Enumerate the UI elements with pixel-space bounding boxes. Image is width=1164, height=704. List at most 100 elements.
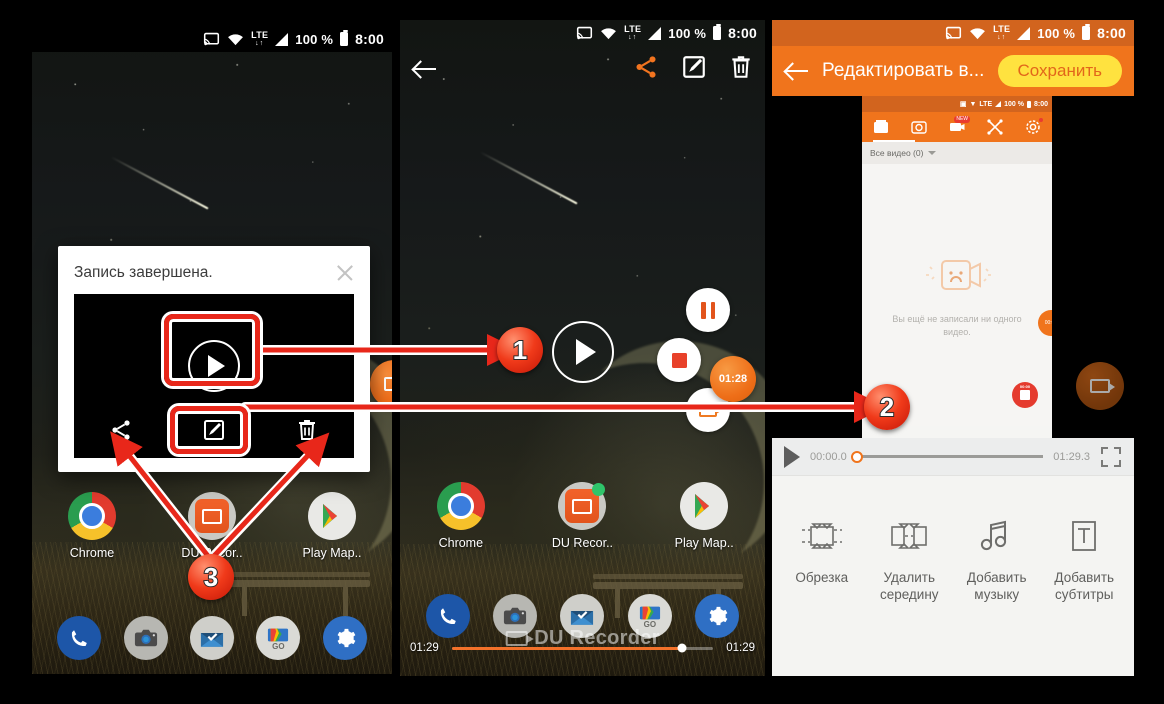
recording-timer-fab[interactable]: 00:00 bbox=[1038, 310, 1052, 336]
stop-button[interactable] bbox=[657, 338, 701, 382]
video-filter-dropdown[interactable]: Все видео (0) bbox=[862, 142, 1052, 164]
cast-icon: ▣ bbox=[959, 101, 967, 108]
app-label: Chrome bbox=[69, 546, 115, 560]
toolbar-actions bbox=[633, 54, 753, 85]
seek-track[interactable] bbox=[850, 450, 1044, 463]
signal-icon bbox=[995, 101, 1002, 107]
lte-arrows: ↓↑ bbox=[997, 34, 1007, 41]
phone-panel-2: LTE ↓↑ 100 % 8:00 01:28 Chrome DU Recor.… bbox=[400, 20, 765, 676]
battery-icon bbox=[713, 23, 722, 40]
status-bar-1: LTE ↓↑ 100 % 8:00 bbox=[32, 26, 392, 52]
cast-icon bbox=[203, 32, 220, 47]
lte-label: LTE bbox=[251, 30, 269, 40]
video-scrubber[interactable]: 01:29 01:29 bbox=[400, 642, 765, 654]
tool-add-music[interactable]: Добавить музыку bbox=[955, 516, 1039, 604]
clock-label: 8:00 bbox=[728, 25, 757, 41]
trim-icon bbox=[801, 523, 842, 549]
pause-button[interactable] bbox=[686, 288, 730, 332]
back-arrow-icon[interactable] bbox=[784, 58, 810, 84]
seek-knob[interactable] bbox=[850, 450, 863, 463]
close-icon[interactable] bbox=[334, 262, 356, 284]
scrubber-track[interactable] bbox=[452, 643, 713, 653]
lte-label: LTE bbox=[993, 24, 1011, 34]
empty-state-text: Вы ещё не записали ни одного видео. bbox=[892, 313, 1022, 338]
wifi-icon bbox=[600, 27, 617, 40]
current-time-label: 01:29 bbox=[410, 642, 439, 654]
play-icon[interactable] bbox=[784, 445, 800, 468]
lte-icon: LTE ↓↑ bbox=[624, 24, 642, 42]
files-go-icon[interactable]: GO bbox=[256, 616, 301, 660]
app-label: Play Map.. bbox=[302, 546, 362, 560]
dialog-title: Запись завершена. bbox=[74, 264, 213, 281]
clock-label: 8:00 bbox=[1097, 25, 1126, 41]
wifi-icon: ▼ bbox=[969, 100, 977, 108]
settings-tab[interactable] bbox=[1025, 118, 1043, 135]
settings-gear-icon[interactable] bbox=[695, 594, 740, 638]
tool-add-subtitles[interactable]: Добавить субтитры bbox=[1042, 516, 1126, 604]
badge-number: 2 bbox=[879, 391, 896, 423]
editor-appbar: Редактировать в... Сохранить bbox=[772, 46, 1134, 96]
annotation-badge-3: 3 bbox=[188, 554, 234, 600]
delete-button[interactable] bbox=[261, 412, 354, 452]
tool-trim[interactable]: Обрезка bbox=[780, 516, 864, 587]
share-button[interactable] bbox=[74, 412, 167, 452]
edit-icon[interactable] bbox=[681, 54, 707, 85]
gif-tab[interactable]: NEW bbox=[949, 116, 970, 135]
app-chrome[interactable]: Chrome bbox=[46, 492, 138, 560]
play-store-icon bbox=[680, 482, 729, 530]
phone-icon[interactable] bbox=[425, 594, 470, 638]
lte-label: LTE bbox=[624, 24, 642, 34]
tool-label: Добавить музыку bbox=[966, 570, 1027, 602]
app-du-recorder[interactable]: DU Recor.. bbox=[166, 492, 258, 560]
floating-recorder-bubble-3[interactable] bbox=[1076, 362, 1124, 410]
battery-icon bbox=[1082, 23, 1091, 40]
du-recorder-icon bbox=[558, 482, 607, 530]
tools-tab[interactable] bbox=[987, 119, 1003, 135]
save-button[interactable]: Сохранить bbox=[997, 55, 1122, 87]
settings-gear-icon[interactable] bbox=[322, 616, 367, 660]
recording-timer-bubble[interactable]: 01:28 bbox=[710, 356, 756, 402]
scrubber-fill bbox=[452, 646, 682, 650]
active-tab-underline bbox=[873, 139, 916, 142]
lte-arrows: ↓↑ bbox=[255, 40, 265, 47]
chevron-down-icon bbox=[928, 151, 937, 155]
total-time-label: 01:29.3 bbox=[1053, 450, 1090, 463]
back-arrow-icon[interactable] bbox=[412, 56, 438, 82]
app-play-maps[interactable]: Play Map.. bbox=[286, 492, 378, 560]
lte-arrows: ↓↑ bbox=[628, 34, 638, 41]
end-time-label: 01:29 bbox=[726, 642, 755, 654]
app-label: Chrome bbox=[438, 536, 484, 550]
lte-icon: LTE bbox=[979, 100, 993, 108]
screenshots-tab[interactable] bbox=[911, 119, 927, 135]
dock-1: GO bbox=[32, 616, 392, 660]
status-bar-3: LTE ↓↑ 100 % 8:00 bbox=[772, 20, 1134, 46]
battery-percent: 100 % bbox=[295, 31, 334, 47]
signal-icon bbox=[275, 32, 289, 46]
files-go-label: GO bbox=[272, 641, 285, 651]
share-icon[interactable] bbox=[633, 54, 659, 85]
videos-tab[interactable] bbox=[873, 119, 889, 135]
chrome-icon bbox=[436, 482, 485, 530]
scrubber-knob[interactable] bbox=[677, 643, 687, 653]
du-recorder-icon bbox=[188, 492, 236, 540]
camera-switch-icon bbox=[384, 377, 392, 391]
phone-panel-3: LTE ↓↑ 100 % 8:00 Редактировать в... Сох… bbox=[772, 20, 1134, 676]
email-icon[interactable] bbox=[189, 616, 234, 660]
badge-number: 1 bbox=[512, 334, 529, 366]
camera-icon[interactable] bbox=[123, 616, 168, 660]
bench-decoration bbox=[220, 572, 371, 616]
play-icon[interactable] bbox=[551, 321, 614, 383]
stop-recording-button[interactable]: 00:00 bbox=[1012, 382, 1038, 408]
editor-seekbar: 00:00.0 01:29.3 bbox=[772, 438, 1134, 476]
clock-label: 8:00 bbox=[1033, 100, 1048, 108]
signal-icon bbox=[648, 26, 662, 40]
fullscreen-icon[interactable] bbox=[1100, 446, 1122, 468]
phone-icon[interactable] bbox=[57, 616, 102, 660]
trash-icon[interactable] bbox=[729, 54, 753, 85]
tool-remove-middle[interactable]: Удалить середину bbox=[867, 516, 951, 604]
subtitle-text-icon bbox=[1072, 521, 1097, 551]
app-play-maps[interactable]: Play Map.. bbox=[658, 482, 750, 550]
app-du-recorder[interactable]: DU Recor.. bbox=[536, 482, 628, 550]
app-chrome[interactable]: Chrome bbox=[415, 482, 507, 550]
settings-dot bbox=[1039, 118, 1043, 122]
